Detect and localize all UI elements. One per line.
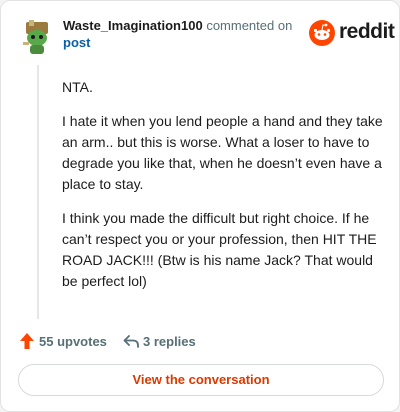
username-link[interactable]: Waste_Imagination100: [63, 18, 203, 33]
comment-card: Waste_Imagination100 commented on post r…: [0, 0, 400, 412]
comment-header: Waste_Imagination100 commented on post r…: [17, 13, 395, 56]
upvote-count: 55 upvotes: [39, 334, 107, 349]
avatar[interactable]: [17, 16, 57, 56]
reddit-logo-icon: [309, 20, 335, 46]
comment-actions: 55 upvotes 3 replies: [19, 331, 319, 351]
comment-paragraph: NTA.: [62, 79, 93, 95]
comment-paragraph: I think you made the difficult but right…: [62, 210, 377, 289]
view-conversation-button[interactable]: View the conversation: [18, 364, 384, 396]
comment-body: NTA. I hate it when you lend people a ha…: [62, 77, 385, 305]
comment-meta: Waste_Imagination100 commented on post: [63, 17, 313, 51]
upvote-arrow-icon[interactable]: [19, 332, 35, 350]
reddit-logo[interactable]: reddit: [309, 19, 395, 47]
thread-line: [37, 65, 39, 319]
reddit-wordmark: reddit: [339, 20, 395, 43]
reply-arrow-icon[interactable]: [123, 333, 139, 349]
comment-paragraph: I hate it when you lend people a hand an…: [62, 113, 383, 192]
post-link[interactable]: post: [63, 35, 90, 50]
commented-on-text: commented on: [206, 18, 293, 33]
reply-count[interactable]: 3 replies: [143, 334, 196, 349]
